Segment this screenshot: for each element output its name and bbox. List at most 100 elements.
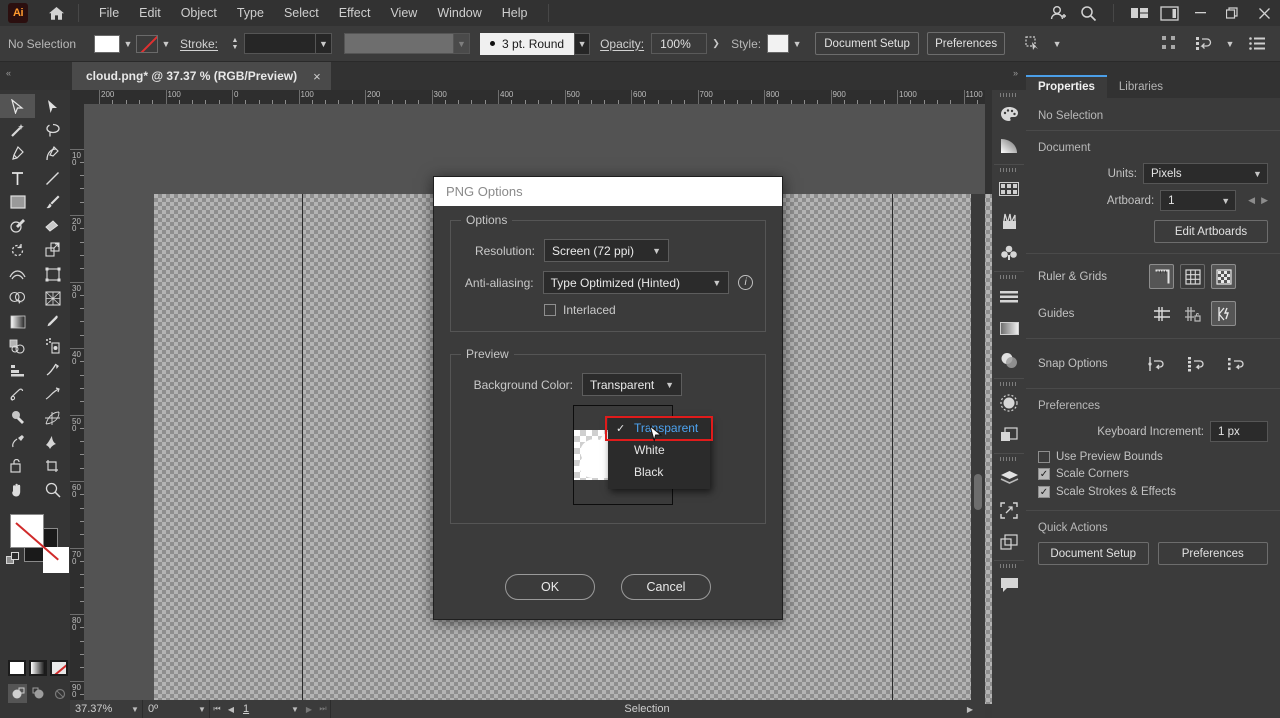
last-artboard-icon[interactable]: ⏭ <box>316 700 330 718</box>
edit-artboards-button[interactable]: Edit Artboards <box>1154 220 1268 243</box>
next-artboard-arrow-icon[interactable]: ▶ <box>1261 195 1268 206</box>
show-grid-icon[interactable] <box>1180 264 1205 289</box>
brush-definition-select[interactable]: 3 pt. Round <box>480 32 575 55</box>
vertical-scroll-thumb[interactable] <box>974 474 982 510</box>
window-restore-button[interactable] <box>1216 0 1248 26</box>
scale-strokes-checkbox[interactable]: ✓ <box>1038 486 1050 498</box>
print-tiling-tool[interactable] <box>0 454 35 478</box>
rotate-tool[interactable] <box>0 238 35 262</box>
antialias-info-icon[interactable]: i <box>738 275 753 290</box>
snap-to-point-icon[interactable] <box>1139 351 1173 376</box>
home-icon[interactable] <box>44 3 68 23</box>
align-grid-icon[interactable] <box>1154 31 1184 57</box>
menu-file[interactable]: File <box>89 2 129 24</box>
keyboard-increment-input[interactable]: 1 px <box>1210 421 1268 442</box>
interlaced-checkbox[interactable] <box>544 304 556 316</box>
menu-select[interactable]: Select <box>274 2 329 24</box>
select-similar-icon[interactable] <box>1019 31 1049 57</box>
quick-document-setup-button[interactable]: Document Setup <box>1038 542 1149 565</box>
artboard-caret-icon[interactable]: ▼ <box>1216 190 1237 211</box>
stroke-label[interactable]: Stroke: <box>180 37 218 51</box>
flare-tool[interactable] <box>35 430 70 454</box>
selection-tool[interactable] <box>0 94 35 118</box>
ok-button[interactable]: OK <box>505 574 595 600</box>
stroke-weight-stepper[interactable]: ▲ ▼ <box>226 33 244 55</box>
graphic-style-swatch[interactable] <box>767 34 790 53</box>
slice-tool[interactable] <box>35 358 70 382</box>
free-transform-tool[interactable] <box>35 262 70 286</box>
gradient-swatch-button[interactable] <box>29 660 47 676</box>
mesh-tool[interactable] <box>35 406 70 430</box>
appearance-panel-icon[interactable] <box>992 387 1026 419</box>
document-setup-button[interactable]: Document Setup <box>815 32 920 55</box>
gradient-tool[interactable] <box>0 310 35 334</box>
blend-tool[interactable] <box>0 334 35 358</box>
snap-align-icon[interactable] <box>1188 31 1218 57</box>
smart-guides-icon[interactable] <box>1211 301 1236 326</box>
artboard-number-value[interactable]: 1 <box>238 700 288 718</box>
asset-export-panel-icon[interactable] <box>992 494 1026 526</box>
symbol-sprayer-tool[interactable] <box>35 334 70 358</box>
style-caret-icon[interactable]: ▼ <box>789 34 805 54</box>
scale-corners-row[interactable]: ✓ Scale Corners <box>1026 465 1280 483</box>
draw-inside-mode-icon[interactable] <box>50 684 69 703</box>
swatches-panel-icon[interactable] <box>992 173 1026 205</box>
variable-width-caret-icon[interactable]: ▼ <box>454 33 471 54</box>
snap-to-pixel-icon[interactable] <box>1219 351 1253 376</box>
direct-selection-tool[interactable] <box>35 94 70 118</box>
zoom-level-value[interactable]: 37.37% <box>70 700 128 718</box>
shaper-tool[interactable] <box>0 214 35 238</box>
color-swatch-button[interactable] <box>8 660 26 676</box>
use-preview-bounds-row[interactable]: Use Preview Bounds <box>1026 445 1280 465</box>
user-add-icon[interactable] <box>1043 0 1073 26</box>
opacity-label[interactable]: Opacity: <box>600 37 644 51</box>
draw-normal-mode-icon[interactable] <box>8 684 27 703</box>
dropdown-option-black[interactable]: Black <box>608 461 710 483</box>
menu-effect[interactable]: Effect <box>329 2 381 24</box>
first-artboard-icon[interactable]: ⏮ <box>210 700 224 718</box>
rotation-dropdown-caret-icon[interactable]: ▼ <box>195 700 209 718</box>
stroke-weight-caret-icon[interactable]: ▼ <box>316 33 333 54</box>
type-tool[interactable] <box>0 166 35 190</box>
menu-edit[interactable]: Edit <box>129 2 171 24</box>
preferences-button[interactable]: Preferences <box>927 32 1006 55</box>
tab-libraries[interactable]: Libraries <box>1107 77 1175 98</box>
menu-help[interactable]: Help <box>492 2 538 24</box>
brushes-panel-icon[interactable] <box>992 205 1026 237</box>
rail-grip-6[interactable] <box>1000 564 1018 568</box>
fill-color-swatch[interactable] <box>94 34 120 53</box>
snap-to-grid-icon[interactable] <box>1179 351 1213 376</box>
none-swatch-button[interactable] <box>50 660 68 676</box>
quick-preferences-button[interactable]: Preferences <box>1157 542 1268 565</box>
menu-view[interactable]: View <box>380 2 427 24</box>
variable-width-profile-input[interactable] <box>344 33 455 54</box>
dock-collapse-left-icon[interactable]: « <box>6 68 11 78</box>
dock-collapse-right-icon[interactable]: » <box>1013 68 1018 78</box>
select-similar-caret-icon[interactable]: ▼ <box>1049 34 1065 54</box>
gradient-panel-icon[interactable] <box>992 130 1026 162</box>
window-minimize-button[interactable] <box>1184 0 1216 26</box>
stroke-panel-icon[interactable] <box>992 312 1026 344</box>
status-menu-icon[interactable]: ▶ <box>963 700 977 718</box>
rotation-value[interactable]: 0º <box>143 700 195 718</box>
artboard-select[interactable]: 1 ▼ <box>1160 190 1237 211</box>
stroke-color-swatch[interactable] <box>136 34 158 53</box>
color-panel-icon[interactable] <box>992 98 1026 130</box>
shape-builder-tool[interactable] <box>0 286 35 310</box>
units-select[interactable]: Pixels ▼ <box>1143 163 1268 184</box>
search-icon[interactable] <box>1073 0 1103 26</box>
units-caret-icon[interactable]: ▼ <box>1248 163 1268 184</box>
puppet-warp-tool[interactable] <box>35 382 70 406</box>
rail-grip-4[interactable] <box>1000 382 1018 386</box>
artboard-tool[interactable] <box>0 382 35 406</box>
show-rulers-icon[interactable] <box>1149 264 1174 289</box>
magic-wand-tool[interactable] <box>0 118 35 142</box>
opacity-input[interactable]: 100% <box>651 33 708 54</box>
perspective-grid-tool[interactable] <box>35 286 70 310</box>
lock-guides-icon[interactable] <box>1180 301 1205 326</box>
cancel-button[interactable]: Cancel <box>621 574 711 600</box>
tab-properties[interactable]: Properties <box>1026 75 1107 98</box>
document-tab-close-icon[interactable]: × <box>313 69 321 84</box>
rail-grip-3[interactable] <box>1000 275 1018 279</box>
prev-artboard-arrow-icon[interactable]: ◀ <box>1248 195 1255 206</box>
